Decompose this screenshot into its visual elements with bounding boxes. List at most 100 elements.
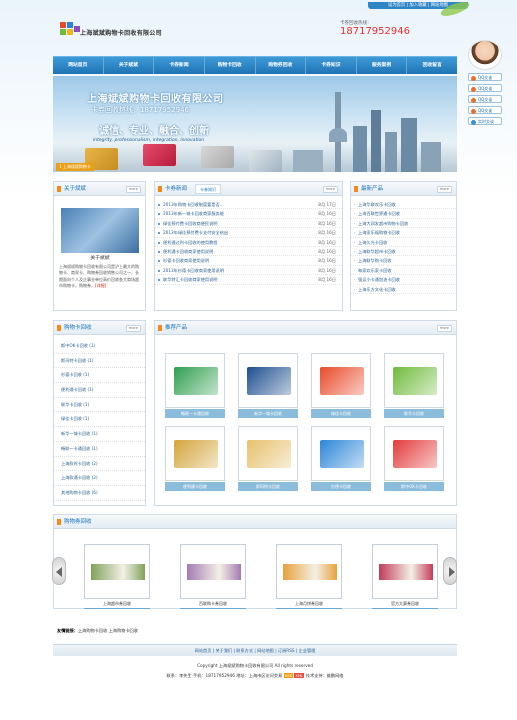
news-date: 8月 16日 — [318, 239, 336, 245]
nav-message[interactable]: 回收留言 — [407, 57, 457, 74]
skyline-building — [371, 110, 381, 172]
qq-chat-button[interactable]: QQ交谈 — [468, 106, 502, 114]
header-marker — [57, 519, 61, 525]
news-title[interactable]: 卡券新闻 — [165, 186, 187, 192]
product-card[interactable]: 便利通卡回收 — [165, 426, 225, 491]
category-item[interactable]: 斯中OK卡回收 (1) — [54, 339, 145, 354]
news-panel: 卡券新闻 卡券知识 more 2013年购物卡回收制度要是否... 8月 17日 201… — [154, 181, 343, 311]
qq-chat-button[interactable]: QQ交谈 — [468, 95, 502, 103]
rss-badge[interactable]: RSS — [283, 673, 294, 678]
live-chat-button[interactable]: 实时交谈 — [468, 117, 502, 125]
nav-coupon-recycle[interactable]: 购物券回收 — [256, 57, 307, 74]
coupon-caption: 上海超市券回收 — [84, 601, 150, 609]
latest-item[interactable]: 上海大润发超市购物卡回收 — [351, 219, 456, 229]
latest-item[interactable]: 强运小卡通加油卡回收 — [351, 275, 456, 285]
qq-chat-button[interactable]: QQ交谈 — [468, 73, 502, 81]
latest-item[interactable]: 上海联华购卡回收 — [351, 256, 456, 266]
logo-mark — [67, 29, 73, 35]
nav-news[interactable]: 卡券新闻 — [154, 57, 205, 74]
card-image — [320, 367, 364, 395]
nav-card-recycle[interactable]: 购物卡回收 — [205, 57, 256, 74]
carousel-prev-arrow-icon[interactable] — [52, 557, 66, 585]
category-item[interactable]: 绿佳卡回收 (1) — [54, 412, 145, 428]
nav-cases[interactable]: 服务案例 — [357, 57, 408, 74]
banner-caption[interactable]: 1 上海斌斌购物卡 — [56, 163, 94, 171]
logo[interactable]: 上海斌斌购物卡回收有限公司 — [60, 22, 190, 42]
carousel-next-arrow-icon[interactable] — [443, 557, 457, 585]
latest-item[interactable]: 上海联华超市卡回收 — [351, 247, 456, 257]
latest-item[interactable]: 上海乐方文化卡回收 — [351, 285, 456, 294]
product-caption: 斯玛特卡回收 — [238, 482, 298, 491]
category-more-button[interactable]: more — [125, 325, 141, 332]
news-item[interactable]: 2013年杉德卡回收商家使用说明 8月 16日 — [155, 266, 342, 276]
products-more-button[interactable]: more — [436, 325, 452, 332]
coupon-image — [180, 544, 246, 599]
product-card[interactable]: 斯中OK卡回收 — [384, 426, 444, 491]
category-panel: 购物卡回收 more 斯中OK卡回收 (1) 斯玛特卡回收 (1) 杉德卡回收 (1)… — [53, 320, 146, 506]
category-item[interactable]: 斯玛特卡回收 (1) — [54, 354, 145, 369]
footer-nav[interactable]: 网站首页 | 关于我们 | 联系方式 | 网站地图 | 订阅RSS | 企业管理 — [53, 644, 457, 656]
news-item[interactable]: 便利通卡回收商家使用说明 8月 16日 — [155, 247, 342, 257]
hotline-phone: 18717952946 — [340, 26, 410, 37]
category-item[interactable]: 杉德卡回收 (1) — [54, 368, 145, 384]
news-item[interactable]: 绿佳预付费卡回收商便民说明 8月 16日 — [155, 219, 342, 229]
coupon-ticket — [91, 564, 145, 580]
category-item[interactable]: 畅联一卡通回收 (1) — [54, 442, 145, 457]
news-text: 杉德卡回收商家使用说明 — [163, 258, 210, 264]
news-item[interactable]: 2013年绿佳预付费卡支付安全给出 8月 16日 — [155, 228, 342, 238]
about-header: 关于斌斌 more — [54, 182, 145, 196]
news-more-button[interactable]: more — [322, 186, 338, 193]
product-card[interactable]: 畅联一卡通回收 — [165, 353, 225, 418]
about-more-button[interactable]: more — [125, 186, 141, 193]
nav-knowledge[interactable]: 卡券知识 — [306, 57, 357, 74]
coupon-card[interactable]: 上海超市券回收 — [84, 544, 150, 609]
latest-title: 最新产品 — [361, 186, 384, 192]
latest-item[interactable]: 上海华联欢乐卡回收 — [351, 200, 456, 210]
coupon-ticket — [283, 564, 337, 580]
qq-label: 实时交谈 — [478, 119, 494, 124]
category-item[interactable]: 上海款时卡回收 (2) — [54, 457, 145, 472]
category-item[interactable]: 便利通卡回收 (1) — [54, 383, 145, 398]
coupon-card[interactable]: 上海月饼券回收 — [276, 544, 342, 609]
coupon-card[interactable]: 官方大赛券回收 — [372, 544, 438, 609]
news-item[interactable]: 杉德卡回收商家使用说明 8月 16日 — [155, 256, 342, 266]
category-item[interactable]: 其他购物卡回收 (6) — [54, 486, 145, 501]
friend-link[interactable]: 上海购物卡回收 上海购物卡回收 — [78, 628, 138, 633]
category-item[interactable]: 新华一城卡回收 (1) — [54, 427, 145, 442]
main-nav: 网站首页 关于斌斌 卡券新闻 购物卡回收 购物券回收 卡券知识 服务案例 回收留… — [53, 56, 457, 74]
news-item[interactable]: 便利通过利卡回收的使用教程 8月 16日 — [155, 238, 342, 247]
product-card[interactable]: 杉德卡回收 — [311, 426, 371, 491]
card-image — [320, 440, 364, 468]
nav-home[interactable]: 网站首页 — [53, 57, 104, 74]
about-name[interactable]: 关于斌斌 — [54, 254, 146, 261]
category-item[interactable]: 联华卡回收 (1) — [54, 398, 145, 413]
news-item[interactable]: 2013年购物卡回收制度要是否... 8月 17日 — [155, 200, 342, 210]
category-item[interactable]: 上海款通卡回收 (2) — [54, 471, 145, 486]
product-card[interactable]: 联华卡回收 — [384, 353, 444, 418]
latest-item[interactable]: 上海家乐福购物卡回收 — [351, 228, 456, 238]
card-image — [174, 440, 218, 468]
latest-more-button[interactable]: more — [436, 186, 452, 193]
coupon-image — [372, 544, 438, 599]
latest-item[interactable]: 每家欢乐家卡回收 — [351, 266, 456, 276]
latest-item[interactable]: 上海百联世界通卡回收 — [351, 209, 456, 219]
card-image — [247, 440, 291, 468]
qq-chat-button[interactable]: QQ交谈 — [468, 84, 502, 92]
coupon-card[interactable]: 百联购卡券回收 — [180, 544, 246, 609]
news-header: 卡券新闻 卡券知识 more — [155, 182, 342, 196]
news-item[interactable]: 联华特汇卡回收商家使用说明 8月 16日 — [155, 275, 342, 285]
xml-badge[interactable]: XML — [294, 673, 305, 678]
latest-panel: 最新产品 more 上海华联欢乐卡回收上海百联世界通卡回收上海大润发超市购物卡回收… — [350, 181, 457, 311]
product-card[interactable]: 斯玛特卡回收 — [238, 426, 298, 491]
about-detail-link[interactable]: [详细] — [95, 283, 106, 288]
products-title: 推荐产品 — [165, 325, 188, 331]
product-card[interactable]: 新华一城卡回收 — [238, 353, 298, 418]
about-panel: 关于斌斌 more 关于斌斌 上海斌斌购物卡回收有限公司是沪上最大的购物卡、商家卡… — [53, 181, 146, 311]
coupon-caption: 百联购卡券回收 — [180, 601, 246, 609]
tab-knowledge[interactable]: 卡券知识 — [195, 184, 221, 194]
news-item[interactable]: 2013年新一城卡回收商家服务能 8月 16日 — [155, 209, 342, 219]
product-card[interactable]: 绿佳卡回收 — [311, 353, 371, 418]
latest-item[interactable]: 上海久光卡回收 — [351, 238, 456, 247]
latest-list: 上海华联欢乐卡回收上海百联世界通卡回收上海大润发超市购物卡回收上海家乐福购物卡回… — [351, 196, 456, 294]
nav-about[interactable]: 关于斌斌 — [104, 57, 155, 74]
